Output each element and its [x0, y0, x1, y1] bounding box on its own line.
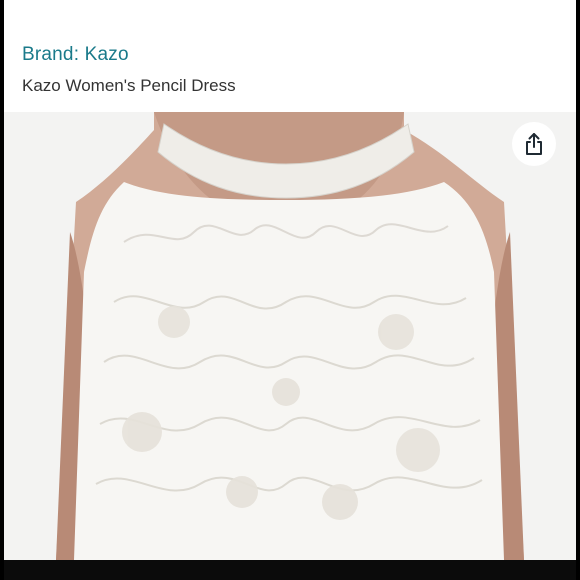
product-card: Brand: Kazo Kazo Women's Pencil Dress: [4, 0, 576, 580]
product-title: Kazo Women's Pencil Dress: [22, 76, 236, 95]
share-icon: [526, 133, 542, 155]
bottom-strip: [4, 560, 576, 580]
brand-link[interactable]: Brand: Kazo: [22, 44, 129, 66]
product-photo: [4, 112, 576, 560]
product-header: Brand: Kazo Kazo Women's Pencil Dress: [4, 20, 576, 112]
share-button[interactable]: [512, 122, 556, 166]
product-image[interactable]: [4, 112, 576, 560]
